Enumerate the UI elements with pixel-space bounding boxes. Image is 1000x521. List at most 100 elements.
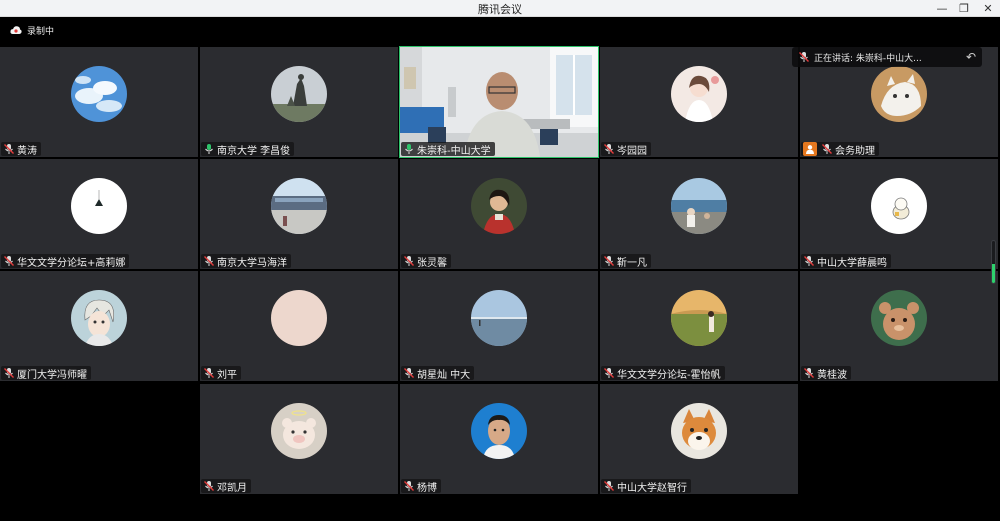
participant-name: 胡星灿 中大 [417,369,471,381]
avatar [271,290,327,346]
participant-name: 黄涛 [17,145,37,157]
mic-muted-icon [4,256,14,266]
mic-muted-icon [804,256,814,266]
avatar [471,178,527,234]
recording-indicator[interactable]: 录制中 [10,23,54,37]
mic-muted-icon [822,144,832,154]
name-tag: 朱崇科-中山大学 [401,142,495,157]
participant-tile[interactable]: 黄涛 [0,47,198,157]
participant-name: 张灵馨 [417,257,447,269]
avatar [71,66,127,122]
mic-muted-icon [4,368,14,378]
participant-name: 华文文学分论坛+高莉娜 [17,257,126,269]
name-tag: 中山大学赵智行 [601,479,691,494]
participant-tile[interactable]: 华文文学分论坛+高莉娜 [0,159,198,269]
participant-tile[interactable]: 岑园园 [600,47,798,157]
close-button[interactable]: ✕ [976,0,1000,17]
mic-muted-icon [804,368,814,378]
name-tag: 中山大学薛晨鸣 [801,254,891,269]
participant-name: 黄桂波 [817,369,847,381]
avatar [871,66,927,122]
participant-name: 邓凯月 [217,482,247,494]
mic-icon [799,52,809,62]
name-tag: 胡星灿 中大 [401,366,475,381]
participant-tile[interactable]: 厦门大学冯师曜 [0,271,198,381]
maximize-button[interactable]: ❐ [952,0,976,17]
mic-on-icon [205,144,213,154]
speaking-indicator[interactable]: 正在讲话: 朱崇科-中山大... ↶ [792,47,982,67]
avatar [871,290,927,346]
mic-muted-icon [604,481,614,491]
mic-on-icon [405,144,413,154]
participant-name: 朱崇科-中山大学 [417,145,491,157]
participant-tile[interactable]: 张灵馨 [400,159,598,269]
scrollbar-level [992,264,995,283]
participant-tile[interactable]: 中山大学赵智行 [600,384,798,494]
name-tag: 靳一凡 [601,254,651,269]
name-tag: 邓凯月 [201,479,251,494]
participant-name: 刘平 [217,369,237,381]
participant-tile[interactable]: 靳一凡 [600,159,798,269]
participant-tile[interactable]: 华文文学分论坛-霍怡帆 [600,271,798,381]
participant-name: 会务助理 [835,145,875,157]
participant-tile[interactable]: 胡星灿 中大 [400,271,598,381]
video-grid: 黄涛 南京大学 李昌俊 朱崇科-中山大学 岑园园 会务助理 华文文学分论坛+高莉… [0,17,1000,521]
title-bar: 腾讯会议 — ❐ ✕ [0,0,1000,17]
mic-muted-icon [604,368,614,378]
participant-name: 南京大学 李昌俊 [217,145,291,157]
avatar [671,66,727,122]
mic-muted-icon [404,481,414,491]
window-title: 腾讯会议 [478,3,522,16]
person-badge-icon [803,142,817,156]
name-tag: 岑园园 [601,142,651,157]
name-tag: 杨博 [401,479,441,494]
participant-tile[interactable]: 南京大学马海洋 [200,159,398,269]
participant-video [400,47,598,157]
avatar [871,178,927,234]
participant-tile[interactable]: 刘平 [200,271,398,381]
participant-name: 杨博 [417,482,437,494]
participant-tile-video[interactable]: 朱崇科-中山大学 [399,46,599,158]
name-tag: 华文文学分论坛+高莉娜 [1,254,130,269]
mic-muted-icon [604,256,614,266]
recording-label: 录制中 [27,26,55,37]
name-tag: 厦门大学冯师曜 [1,366,91,381]
mic-muted-icon [204,368,214,378]
avatar [671,178,727,234]
participant-name: 中山大学薛晨鸣 [817,257,887,269]
avatar [271,178,327,234]
participant-name: 南京大学马海洋 [217,257,287,269]
avatar [71,290,127,346]
participant-tile[interactable]: 南京大学 李昌俊 [200,47,398,157]
mic-muted-icon [204,481,214,491]
participant-name: 华文文学分论坛-霍怡帆 [617,369,721,381]
minimize-button[interactable]: — [930,0,954,17]
back-arrow-icon[interactable]: ↶ [966,50,976,64]
participant-name: 靳一凡 [617,257,647,269]
participant-tile[interactable]: 邓凯月 [200,384,398,494]
participant-name: 中山大学赵智行 [617,482,687,494]
mic-muted-icon [404,368,414,378]
name-tag: 华文文学分论坛-霍怡帆 [601,366,725,381]
name-tag: 黄桂波 [801,366,851,381]
name-tag: 刘平 [201,366,241,381]
vertical-scrollbar[interactable] [991,240,996,284]
avatar [471,403,527,459]
name-tag: 会务助理 [801,142,879,157]
avatar [671,403,727,459]
avatar [471,290,527,346]
name-tag: 南京大学 李昌俊 [201,142,295,157]
participant-name: 岑园园 [617,145,647,157]
cloud-record-icon [10,26,22,34]
participant-tile[interactable]: 黄桂波 [800,271,998,381]
mic-muted-icon [4,144,14,154]
avatar [271,66,327,122]
name-tag: 南京大学马海洋 [201,254,291,269]
participant-tile[interactable]: 中山大学薛晨鸣 [800,159,998,269]
name-tag: 张灵馨 [401,254,451,269]
mic-muted-icon [204,256,214,266]
mic-muted-icon [404,256,414,266]
avatar [271,403,327,459]
avatar [71,178,127,234]
participant-tile[interactable]: 杨博 [400,384,598,494]
